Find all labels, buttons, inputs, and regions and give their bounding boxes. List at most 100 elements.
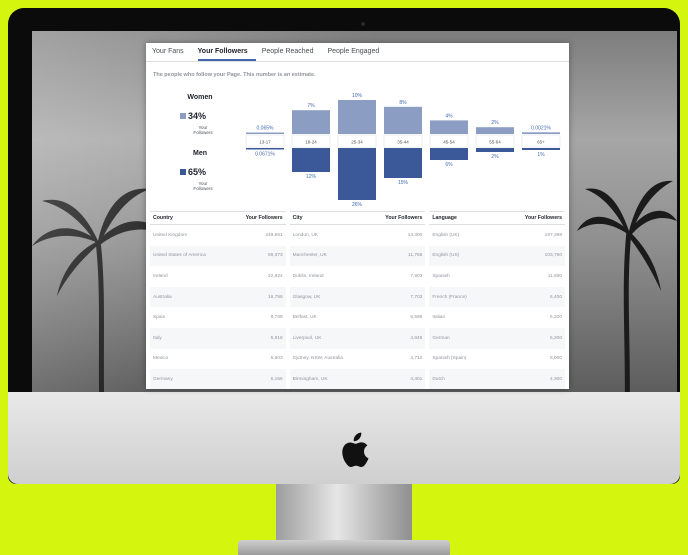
- men-bar-label: 26%: [352, 202, 363, 206]
- language-name-cell: Spanish: [432, 273, 450, 279]
- language-table-row: Italian 6,200: [429, 307, 565, 328]
- language-count-cell: 4,300: [550, 376, 563, 382]
- language-table: Language Your Followers English (UK) 197,…: [429, 211, 566, 389]
- country-count-cell: 5,603: [270, 356, 283, 362]
- country-followers-col-header[interactable]: Your Followers: [246, 215, 283, 221]
- country-name-cell: Germany: [153, 376, 173, 382]
- city-name-cell: Manchester, UK: [292, 253, 327, 259]
- age-category-label: 25-34: [351, 140, 363, 145]
- country-table: Country Your Followers United Kingdom 249…: [150, 211, 286, 389]
- women-summary: Women 34% Your Followers: [180, 94, 220, 135]
- country-table-row: Mexico 5,603: [150, 349, 286, 370]
- city-col-header[interactable]: City: [293, 215, 303, 221]
- language-table-row: Spanish 11,800: [429, 266, 565, 287]
- country-table-row: Ireland 22,624: [150, 266, 286, 287]
- age-category-label: 18-24: [305, 140, 317, 145]
- men-bar[interactable]: [522, 148, 560, 150]
- women-percent: 34%: [188, 110, 207, 121]
- men-bar[interactable]: [338, 148, 376, 200]
- age-category-label: 55-64: [489, 140, 501, 145]
- age-category-label: 65+: [537, 140, 545, 145]
- language-count-cell: 197,398: [544, 232, 563, 238]
- men-bar[interactable]: [292, 148, 330, 172]
- country-count-cell: 16,756: [268, 294, 283, 300]
- men-summary: Men 65% Your Followers: [180, 150, 220, 191]
- city-count-cell: 7,703: [410, 294, 423, 300]
- men-bar-label: 6%: [445, 162, 453, 168]
- language-table-row: Spanish (Spain) 5,000: [429, 349, 565, 370]
- women-sub2: Followers: [193, 130, 213, 135]
- men-bar-label: 0.0671%: [255, 152, 275, 158]
- tab-people-engaged[interactable]: People Engaged: [327, 43, 387, 61]
- language-name-cell: English (UK): [432, 232, 460, 238]
- men-percent: 65%: [188, 166, 207, 177]
- men-sub2: Followers: [193, 186, 213, 191]
- women-bar[interactable]: [430, 120, 468, 134]
- insights-panel: Your Fans Your Followers People Reached …: [146, 43, 569, 389]
- city-table-row: Belfast, UK 6,598: [290, 307, 426, 328]
- men-label: Men: [193, 150, 207, 157]
- men-bar[interactable]: [430, 148, 468, 160]
- country-col-header[interactable]: Country: [153, 215, 173, 221]
- women-bar-label: 7%: [307, 103, 315, 109]
- language-col-header[interactable]: Language: [432, 215, 457, 221]
- country-count-cell: 8,768: [270, 315, 283, 321]
- city-name-cell: Dublin, Ireland: [292, 273, 324, 279]
- language-table-row: English (UK) 197,398: [429, 225, 565, 246]
- women-bar[interactable]: [292, 110, 330, 134]
- age-category-label: 13-17: [259, 140, 271, 145]
- language-table-header: Language Your Followers: [429, 211, 566, 225]
- language-count-cell: 103,750: [544, 253, 563, 259]
- women-bar[interactable]: [476, 127, 514, 134]
- city-table-row: Sydney, NSW, Australia 4,710: [290, 349, 426, 370]
- men-bar[interactable]: [246, 148, 284, 150]
- country-name-cell: United Kingdom: [153, 232, 188, 238]
- tab-your-fans[interactable]: Your Fans: [152, 43, 192, 61]
- language-name-cell: Spanish (Spain): [432, 356, 467, 362]
- language-count-cell: 5,200: [550, 335, 563, 341]
- language-table-row: English (US) 103,750: [429, 245, 566, 267]
- country-count-cell: 5,156: [270, 376, 283, 382]
- camera-dot: [361, 22, 365, 26]
- city-count-cell: 4,846: [410, 335, 423, 341]
- tab-your-followers[interactable]: Your Followers: [197, 43, 256, 61]
- tab-people-reached[interactable]: People Reached: [262, 43, 322, 61]
- city-table: City Your Followers London, UK 13,300 Manc…: [289, 211, 426, 389]
- men-bar[interactable]: [384, 148, 422, 178]
- city-table-header: City Your Followers: [289, 211, 426, 225]
- age-category-label: 45-54: [443, 140, 455, 145]
- language-followers-col-header[interactable]: Your Followers: [525, 215, 562, 221]
- tab-bar: Your Fans Your Followers People Reached …: [146, 43, 569, 62]
- city-table-row: Glasgow, UK 7,703: [289, 286, 426, 308]
- country-count-cell: 59,373: [268, 253, 283, 259]
- women-bar[interactable]: [384, 106, 422, 134]
- demographics-section: Women 34% Your Followers Men 65% Your Fo…: [146, 84, 569, 206]
- city-count-cell: 13,300: [407, 232, 423, 238]
- apple-logo-icon: [342, 432, 369, 468]
- men-bar-label: 2%: [491, 154, 499, 160]
- language-count-cell: 6,400: [550, 294, 563, 300]
- language-count-cell: 6,200: [550, 315, 563, 321]
- imac-stand-foot: [238, 540, 450, 555]
- country-name-cell: United States of America: [153, 253, 206, 259]
- men-bar-label: 1%: [537, 152, 545, 158]
- city-name-cell: Liverpool, UK: [292, 335, 322, 341]
- women-swatch: [180, 112, 186, 119]
- language-table-row: French (France) 6,400: [429, 286, 566, 308]
- city-followers-col-header[interactable]: Your Followers: [385, 215, 422, 221]
- language-table-row: German 5,200: [429, 327, 566, 349]
- country-name-cell: Ireland: [153, 273, 168, 279]
- men-bar-label: 15%: [398, 180, 409, 186]
- language-table-body: English (UK) 197,398 English (US) 103,750 Sp…: [429, 225, 566, 389]
- language-name-cell: English (US): [432, 253, 460, 259]
- women-bar[interactable]: [522, 132, 560, 134]
- country-count-cell: 5,918: [270, 335, 283, 341]
- women-bar[interactable]: [246, 132, 284, 135]
- country-table-body: United Kingdom 249,551 United States of Am…: [150, 225, 286, 389]
- age-category-label: 35-44: [397, 140, 409, 145]
- women-bar[interactable]: [338, 100, 376, 134]
- city-name-cell: London, UK: [292, 232, 319, 238]
- language-name-cell: Italian: [432, 315, 446, 321]
- language-table-row: Dutch 4,300: [429, 369, 566, 389]
- men-bar[interactable]: [476, 148, 514, 152]
